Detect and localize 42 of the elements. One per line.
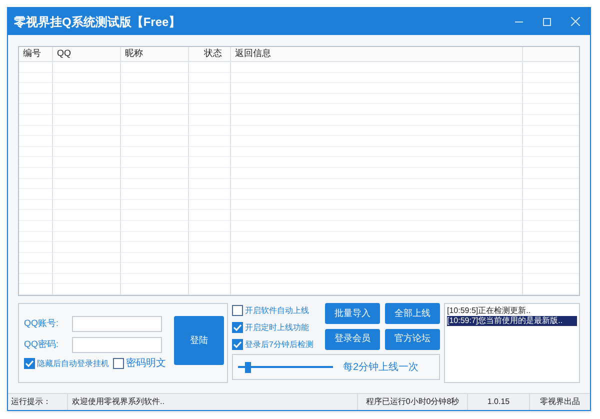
checkbox[interactable] (232, 305, 243, 316)
password-input-field[interactable] (72, 337, 162, 353)
login-button[interactable]: 登陆 (174, 316, 224, 365)
checkbox[interactable] (24, 358, 35, 369)
version-text: 1.0.15 (468, 394, 530, 410)
slider-thumb[interactable] (245, 362, 252, 372)
checkbox[interactable] (232, 322, 243, 333)
column-header-label: QQ (57, 47, 72, 60)
column-header[interactable]: 编号 (19, 47, 52, 62)
checkbox[interactable] (232, 339, 243, 350)
runtime-text: 程序已运行0小时0分钟8秒 (358, 394, 468, 410)
action-button[interactable]: 批量导入 (325, 303, 380, 324)
column-header-label: 编号 (23, 47, 41, 60)
checkbox-label: 开启定时上线功能 (245, 322, 309, 333)
action-button[interactable]: 登录会员 (325, 328, 380, 350)
checkbox-label: 登录后7分钟后检测 (245, 339, 314, 350)
status-message: 欢迎使用零视界系列软件.. (68, 394, 358, 410)
account-input-field[interactable] (72, 316, 162, 332)
column-header[interactable]: 返回信息 (231, 47, 522, 62)
column-header[interactable]: QQ (53, 47, 120, 62)
interval-slider[interactable] (238, 362, 333, 372)
column-header[interactable]: 昵称 (121, 47, 188, 62)
checkbox-label: 隐藏后自动登录挂机 (37, 358, 109, 369)
status-label: 运行提示： (8, 394, 68, 410)
action-button[interactable]: 官方论坛 (385, 328, 440, 350)
account-label: QQ账号: (24, 317, 60, 330)
column-header[interactable]: 状态 (189, 47, 230, 62)
checkbox-label: 开启软件自动上线 (245, 305, 309, 316)
credit-text: 零视界出品 (539, 396, 581, 408)
window-title: 零视界挂Q系统测试版【Free】 (14, 14, 182, 30)
log-entry[interactable]: [10:59:7]您当前使用的是最新版.. (447, 316, 577, 326)
close-icon[interactable] (571, 17, 580, 26)
action-button[interactable]: 全部上线 (385, 303, 440, 324)
column-header-label: 返回信息 (235, 47, 271, 60)
maximize-icon[interactable] (543, 18, 551, 26)
checkbox[interactable] (113, 358, 124, 369)
checkbox-label: 密码明文 (126, 358, 166, 369)
column-header-label: 状态 (204, 47, 223, 60)
column-header-label: 昵称 (125, 47, 143, 60)
interval-reading: 每2分钟上线一次 (343, 360, 419, 374)
log-entry[interactable]: [10:59:5]正在检测更新.. (447, 306, 577, 316)
password-label: QQ密码: (24, 338, 60, 352)
